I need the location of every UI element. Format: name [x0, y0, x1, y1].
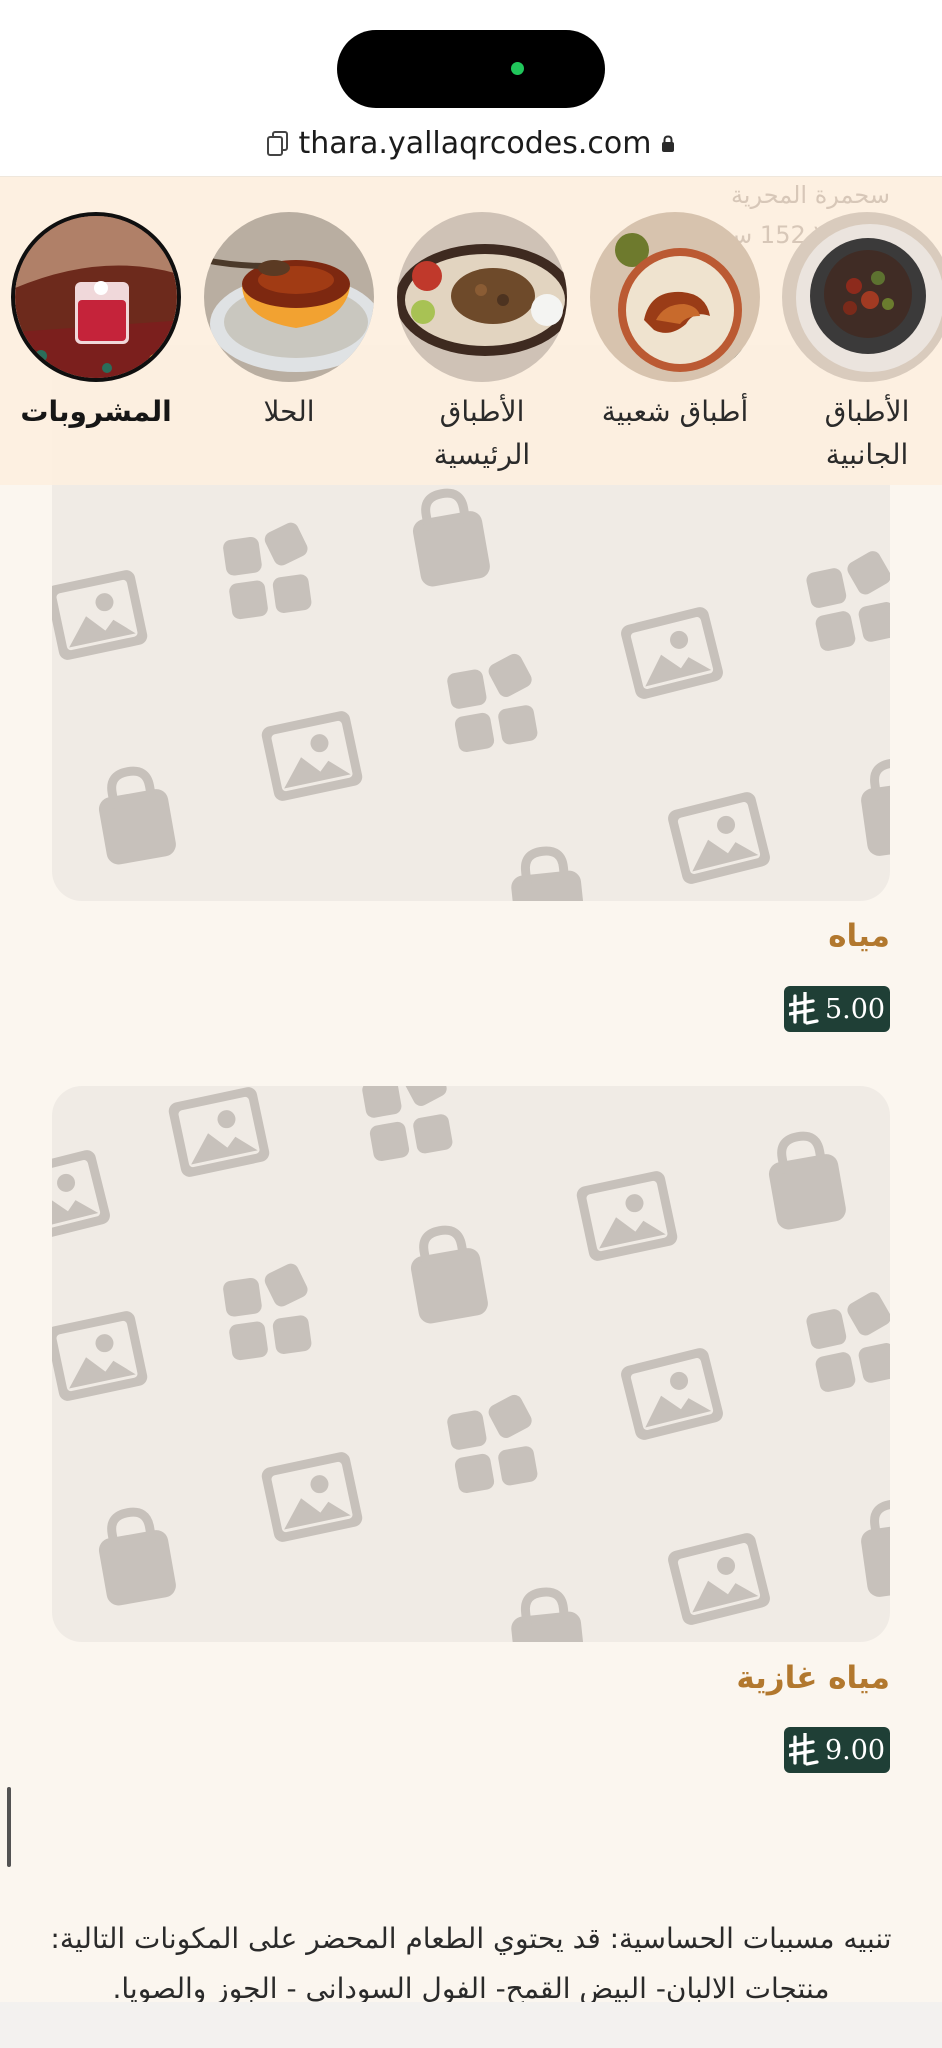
- category-popular-dishes[interactable]: أطباق شعبية: [590, 212, 760, 433]
- main-dishes-image[interactable]: [397, 212, 567, 382]
- category-label[interactable]: المشروبات: [11, 390, 181, 433]
- category-drinks[interactable]: المشروبات: [11, 212, 181, 433]
- scroll-indicator[interactable]: [7, 1787, 11, 1867]
- category-label[interactable]: أطباق شعبية: [590, 390, 760, 433]
- browser-bottom-bar: [0, 2002, 942, 2048]
- address-bar[interactable]: thara.yallaqrcodes.com: [0, 126, 942, 161]
- camera-indicator-icon: [511, 62, 524, 75]
- price-badge: 5.00: [784, 986, 890, 1032]
- dessert-image[interactable]: [204, 212, 374, 382]
- browser-header: thara.yallaqrcodes.com: [0, 0, 942, 177]
- price-badge: 9.00: [784, 1727, 890, 1773]
- promo-line-1: سحمرة المحرية: [730, 181, 890, 209]
- product-name[interactable]: مياه: [828, 918, 890, 954]
- side-dishes-image[interactable]: [782, 212, 942, 382]
- category-label[interactable]: الأطباق الرئيسية: [397, 390, 567, 477]
- tabs-icon[interactable]: [266, 130, 289, 157]
- lock-icon: [661, 134, 675, 153]
- category-label[interactable]: الأطباق الجانبية: [782, 390, 942, 477]
- riyal-icon: [788, 992, 819, 1025]
- popular-dishes-image[interactable]: [590, 212, 760, 382]
- riyal-icon: [788, 1733, 819, 1766]
- category-side-dishes[interactable]: الأطباق الجانبية: [782, 212, 942, 477]
- url-text[interactable]: thara.yallaqrcodes.com: [299, 126, 652, 161]
- category-dessert[interactable]: الحلا: [204, 212, 374, 433]
- price-value: 9.00: [824, 1734, 886, 1766]
- category-main-dishes[interactable]: الأطباق الرئيسية: [397, 212, 567, 477]
- price-value: 5.00: [824, 993, 886, 1025]
- product-name[interactable]: مياه غازية: [736, 1660, 890, 1696]
- category-label[interactable]: الحلا: [204, 390, 374, 433]
- category-bar: سحمرة المحرية كماكاولا 152 سعره الأطباق …: [0, 176, 942, 485]
- dynamic-island: [337, 30, 605, 108]
- product-image-placeholder[interactable]: [52, 1086, 890, 1642]
- drinks-image[interactable]: [11, 212, 181, 382]
